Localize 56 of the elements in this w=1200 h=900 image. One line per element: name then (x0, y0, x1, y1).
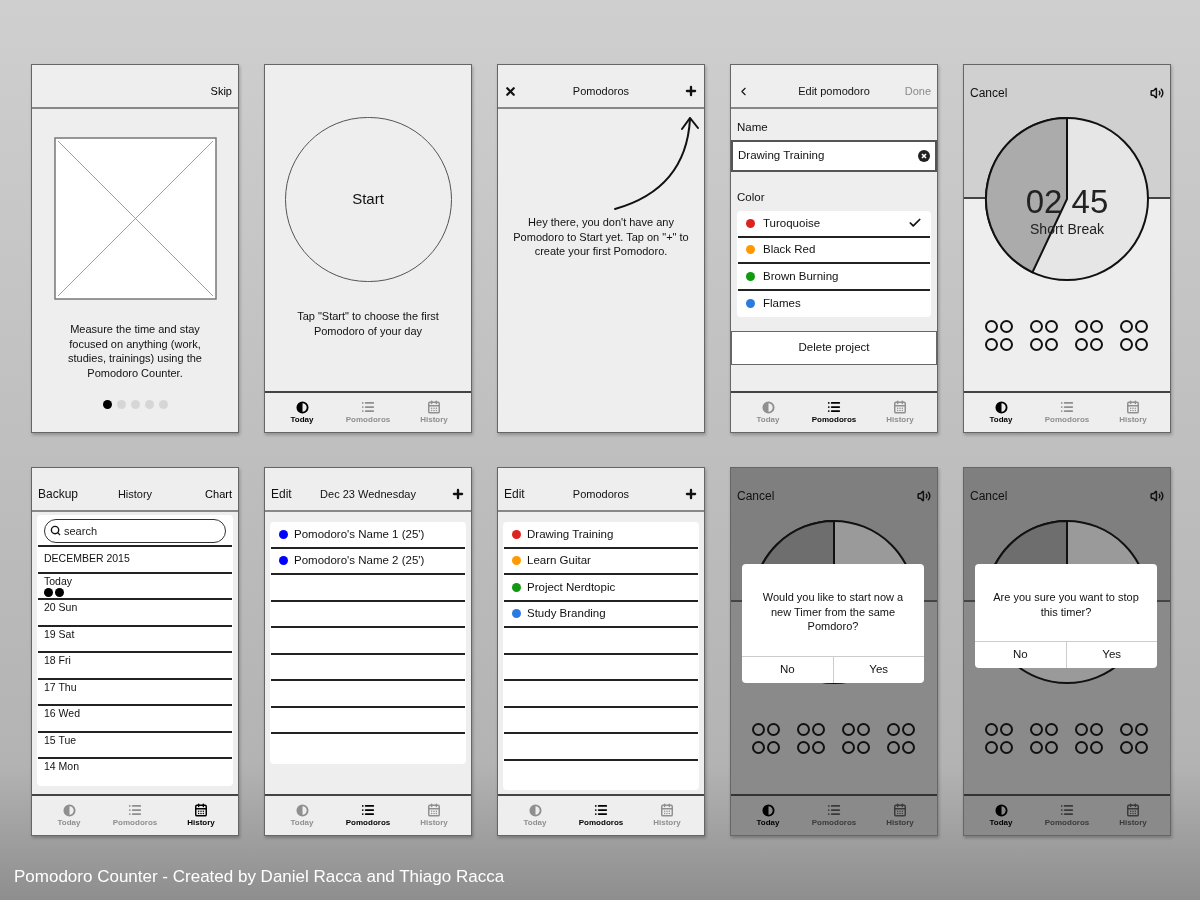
pomodoro-name[interactable]: Drawing Training (527, 525, 614, 543)
delete-button[interactable]: Delete project (731, 331, 937, 365)
empty-state-text: Hey there, you don't have any Pomodoro to Start yet. Tap on "+" to create your first Pomodoro. (512, 215, 690, 259)
header-button[interactable]: Backup (38, 487, 79, 501)
dialog-button[interactable]: Yes (1065, 642, 1157, 668)
header-button[interactable]: Edit (504, 487, 525, 501)
screen-title: Pomodoros (572, 487, 630, 501)
screen-title: Dec 23 Wednesday (320, 487, 416, 501)
tab[interactable]: History (170, 803, 232, 828)
header-button[interactable]: Cancel (970, 489, 1008, 503)
screen-title: Edit pomodoro (798, 84, 870, 98)
tab[interactable]: Today (970, 400, 1032, 425)
color-option[interactable]: Black Red (738, 237, 930, 264)
day-row[interactable]: 14 Mon (38, 759, 232, 786)
day-row[interactable]: 15 Tue (38, 732, 232, 759)
hint-text: Tap "Start" to choose the first Pomodoro of your day (296, 309, 440, 338)
tab[interactable]: Today (970, 803, 1032, 828)
dialog-button[interactable]: No (975, 642, 1066, 668)
intro-text: Measure the time and stay focused on anything (work, studies, trainings) using the Pomodoro Counter. (67, 322, 203, 380)
header-button[interactable]: Cancel (970, 86, 1008, 100)
header-button[interactable]: Skip (210, 84, 232, 98)
screen-title: Pomodoros (572, 84, 630, 98)
dialog-button[interactable]: Yes (832, 656, 924, 683)
header-button[interactable]: Chart (205, 487, 232, 501)
dialog-button[interactable]: No (742, 656, 833, 683)
header-button[interactable]: Edit (271, 487, 292, 501)
tab[interactable]: Pomodoros (803, 400, 865, 425)
day-row[interactable]: 17 Thu (38, 679, 232, 706)
field-label: Name (737, 120, 769, 134)
pomodoro-name[interactable]: Pomodoro's Name 2 (25') (294, 552, 425, 570)
field-label: Color (737, 190, 766, 204)
tab[interactable]: Today (737, 803, 799, 828)
day-row[interactable]: 19 Sat (38, 626, 232, 653)
tab[interactable]: Pomodoros (570, 803, 632, 828)
tab[interactable]: Pomodoros (337, 803, 399, 828)
pomodoro-name[interactable]: Study Branding (527, 605, 606, 623)
timer-time: 02 45 (1025, 184, 1109, 220)
color-option[interactable]: Brown Burning (738, 264, 930, 291)
search-field[interactable]: search (44, 519, 226, 543)
name-field[interactable]: Drawing Training (731, 140, 937, 172)
caption: Pomodoro Counter - Created by Daniel Racca and Thiago Racca (14, 866, 505, 888)
header-button[interactable]: Cancel (737, 489, 775, 503)
dialog-message: Are you sure you want to stop this timer? (992, 590, 1140, 620)
pomodoro-name[interactable]: Project Nerdtopic (527, 578, 616, 596)
tab[interactable]: Today (271, 400, 333, 425)
color-option[interactable]: Flames (738, 290, 930, 317)
pomodoro-name[interactable]: Learn Guitar (527, 552, 591, 570)
dialog-message: Would you like to start now a new Timer from the same Pomdoro? (761, 590, 905, 634)
day-row[interactable]: Today (38, 573, 232, 600)
day-row[interactable]: 16 Wed (38, 706, 232, 733)
color-option[interactable]: Turoquoise (738, 211, 930, 238)
day-row[interactable]: 18 Fri (38, 653, 232, 680)
month-heading: DECEMBER 2015 (44, 551, 130, 567)
day-row[interactable]: 20 Sun (38, 600, 232, 627)
pomodoro-name[interactable]: Pomodoro's Name 1 (25') (294, 525, 425, 543)
screen-title: History (117, 487, 153, 501)
